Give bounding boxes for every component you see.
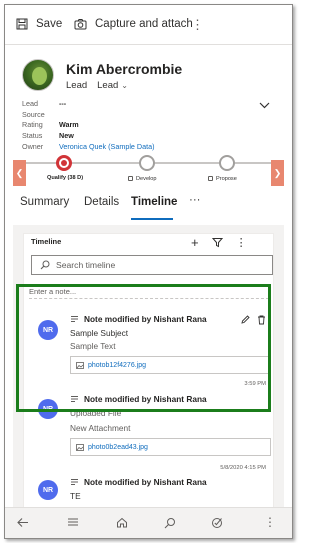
header-field-lead-source: Lead Source ---	[22, 99, 154, 120]
record-avatar	[22, 59, 54, 91]
stage-develop-marker[interactable]	[139, 155, 155, 171]
avatar: NR	[38, 480, 58, 500]
lock-icon	[208, 176, 213, 181]
lock-icon	[128, 176, 133, 181]
save-label: Save	[36, 18, 63, 30]
more-options-icon[interactable]: ⋮	[236, 236, 247, 249]
timeline-search-input[interactable]: Search timeline	[31, 255, 273, 275]
stage-develop-label: Develop	[128, 175, 157, 182]
form-selector[interactable]: Lead ⌄	[97, 80, 128, 91]
attachment-link[interactable]: photo0b2ead43.jpg	[70, 438, 271, 456]
search-icon	[40, 260, 50, 270]
app-frame: Save Capture and attach ⋮ Kim Abercrombi…	[4, 4, 293, 539]
record-name: Kim Abercrombie	[66, 61, 183, 77]
chevron-left-icon: ❮	[15, 167, 24, 178]
record-subtitle: Lead Lead ⌄	[66, 80, 128, 91]
search-placeholder: Search timeline	[56, 260, 116, 270]
highlight-box	[16, 284, 271, 412]
back-icon[interactable]	[17, 517, 29, 528]
stage-propose-marker[interactable]	[219, 155, 235, 171]
active-tab-indicator	[131, 218, 173, 220]
image-icon	[76, 443, 84, 451]
header-field-rating: Rating Warm	[22, 120, 154, 131]
menu-icon[interactable]	[67, 517, 79, 527]
save-icon	[16, 18, 28, 30]
camera-icon	[74, 19, 87, 30]
field-value: Warm	[59, 120, 79, 130]
tab-timeline[interactable]: Timeline	[131, 196, 177, 208]
post-subject: TE	[70, 491, 81, 501]
post-body: New Attachment	[70, 423, 131, 433]
stage-qualify-marker[interactable]	[56, 155, 72, 171]
more-commands-button[interactable]: ⋮	[191, 17, 204, 33]
stage-propose-text: Propose	[216, 176, 237, 182]
add-icon[interactable]: +	[191, 235, 199, 250]
post-title: Note modified by Nishant Rana	[70, 477, 207, 487]
capture-and-attach-button[interactable]: Capture and attach	[74, 18, 193, 30]
chevron-right-icon: ❯	[273, 167, 282, 178]
tab-more[interactable]: ···	[189, 194, 201, 206]
filter-icon[interactable]	[211, 237, 223, 248]
header-field-status: Status New	[22, 131, 154, 142]
field-value: ---	[59, 99, 67, 108]
more-icon[interactable]: ⋮	[264, 515, 276, 529]
search-icon[interactable]	[164, 517, 176, 529]
process-prev-button[interactable]: ❮	[13, 160, 26, 186]
header-fields: Lead Source --- Rating Warm Status New Owne…	[22, 99, 154, 153]
business-process-flow: ❮ Qualify (38 D) Develop Propose ❯	[5, 151, 292, 198]
entity-type: Lead	[66, 80, 88, 91]
field-value: New	[59, 131, 74, 141]
field-label: Lead Source	[22, 99, 45, 119]
timeline-actions: + ⋮	[191, 235, 247, 250]
attachment-name: photo0b2ead43.jpg	[88, 443, 148, 451]
bottom-nav-bar: ⋮	[5, 507, 292, 538]
field-label: Rating	[22, 120, 43, 130]
stage-qualify-label: Qualify (38 D)	[47, 175, 84, 181]
home-icon[interactable]	[116, 517, 128, 528]
stage-propose-label: Propose	[208, 175, 237, 182]
tab-details[interactable]: Details	[84, 196, 119, 208]
activity-icon[interactable]	[211, 517, 223, 529]
capture-label: Capture and attach	[95, 18, 193, 30]
save-button[interactable]: Save	[16, 18, 62, 30]
process-next-button[interactable]: ❯	[271, 160, 284, 186]
timeline-title: Timeline	[31, 237, 62, 246]
header-expand-chevron-icon[interactable]	[259, 102, 270, 109]
post-timestamp: 5/8/2020 4:15 PM	[220, 465, 266, 471]
stage-develop-text: Develop	[136, 176, 157, 182]
chevron-down-icon: ⌄	[121, 81, 128, 90]
form-selector-label: Lead	[97, 80, 119, 91]
command-bar: Save Capture and attach ⋮	[5, 5, 292, 45]
field-label: Status	[22, 131, 43, 141]
post-title-text: Note modified by Nishant Rana	[84, 477, 207, 487]
tab-summary[interactable]: Summary	[20, 196, 69, 208]
note-icon	[71, 478, 78, 485]
